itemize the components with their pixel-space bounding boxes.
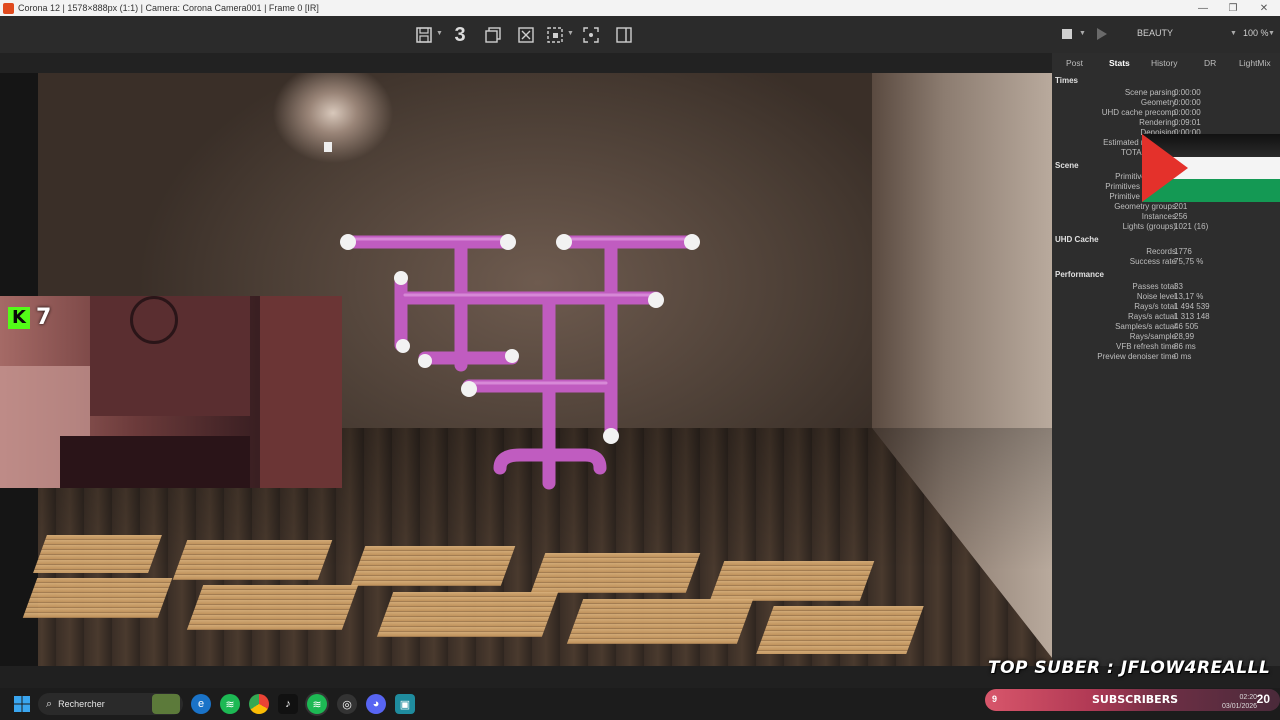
stop-icon[interactable] bbox=[1056, 23, 1078, 45]
stat-row: Passes total 33 bbox=[1132, 282, 1183, 291]
stat-row: UHD cache precomp 0:00:00 bbox=[1101, 108, 1201, 117]
stat-row: Success rate 75,75 % bbox=[1129, 257, 1204, 266]
spotify-icon[interactable]: ≋ bbox=[220, 694, 240, 714]
copy-icon[interactable] bbox=[482, 24, 504, 46]
region-render-icon[interactable] bbox=[544, 24, 566, 46]
obs-icon[interactable]: ◎ bbox=[337, 694, 357, 714]
cursor-marker bbox=[324, 142, 332, 152]
region-dropdown-icon[interactable]: ▼ bbox=[567, 30, 574, 37]
stat-row: Rays/s total 1 494 539 bbox=[1134, 302, 1210, 311]
stat-row: Rays/s actual 1 313 148 bbox=[1127, 312, 1210, 321]
section-uhd-title: UHD Cache bbox=[1055, 235, 1099, 244]
clear-icon[interactable] bbox=[515, 24, 537, 46]
tab-lightmix[interactable]: LightMix bbox=[1239, 58, 1271, 68]
close-button[interactable]: ✕ bbox=[1249, 0, 1279, 16]
edge-icon[interactable]: e bbox=[191, 694, 211, 714]
kick-viewer-badge: K 7 bbox=[8, 305, 51, 330]
webcam-sofa bbox=[60, 436, 250, 488]
stat-row: Lights (groups) 1021 (16) bbox=[1122, 222, 1209, 231]
clock-date: 03/01/2026 bbox=[1222, 703, 1258, 710]
pass-counter: 3 bbox=[454, 23, 466, 46]
tab-post[interactable]: Post bbox=[1066, 58, 1083, 68]
channel-dropdown-icon[interactable]: ▼ bbox=[1230, 30, 1237, 37]
stat-row: Rays/sample 28,99 bbox=[1129, 332, 1195, 341]
render-play-icon[interactable] bbox=[1090, 23, 1112, 45]
stat-row: Noise level 13,17 % bbox=[1136, 292, 1204, 301]
stat-row: Geometry groups 201 bbox=[1114, 202, 1188, 211]
save-dropdown-icon[interactable]: ▼ bbox=[436, 30, 443, 37]
webcam-door bbox=[260, 296, 342, 488]
stat-row: VFB refresh time 86 ms bbox=[1115, 342, 1196, 351]
window-title: Corona 12 | 1578×888px (1:1) | Camera: C… bbox=[18, 3, 319, 13]
stat-row: Records 1776 bbox=[1146, 247, 1192, 256]
kick-viewer-count: 7 bbox=[36, 305, 52, 330]
discord-icon[interactable]: ◕ bbox=[366, 694, 386, 714]
subscribers-count: 9 bbox=[992, 694, 998, 704]
section-times-title: Times bbox=[1055, 76, 1078, 85]
tab-dr[interactable]: DR bbox=[1204, 58, 1216, 68]
maximize-button[interactable]: ❐ bbox=[1218, 0, 1248, 16]
palestine-flag-overlay bbox=[1142, 134, 1280, 202]
tab-stats[interactable]: Stats bbox=[1109, 58, 1130, 68]
top-suber-banner: TOP SUBER : JFLOW4REALLL bbox=[988, 658, 1271, 678]
stat-row: Geometry 0:00:00 bbox=[1140, 98, 1201, 107]
panel-tabs: Post Stats History DR LightMix bbox=[1052, 53, 1280, 73]
save-icon[interactable] bbox=[413, 24, 435, 46]
minimize-button[interactable]: — bbox=[1188, 0, 1218, 16]
viewport-header bbox=[0, 53, 1052, 73]
stat-row: Scene parsing 0:00:00 bbox=[1124, 88, 1201, 97]
clock-time: 02:20 bbox=[1239, 694, 1258, 701]
spotify-active-icon[interactable]: ≋ bbox=[307, 694, 327, 714]
subscribers-goal: 20 bbox=[1256, 692, 1270, 706]
stat-row: Instances 256 bbox=[1141, 212, 1188, 221]
stat-row: Preview denoiser time 0 ms bbox=[1097, 352, 1192, 361]
zoom-level[interactable]: 100 % bbox=[1243, 28, 1269, 38]
focus-pick-icon[interactable] bbox=[580, 24, 602, 46]
stat-row: Samples/s actual 46 505 bbox=[1115, 322, 1199, 331]
zoom-dropdown-icon[interactable]: ▼ bbox=[1268, 30, 1275, 37]
stop-dropdown-icon[interactable]: ▼ bbox=[1079, 30, 1086, 37]
tiktok-icon[interactable]: ♪ bbox=[278, 694, 298, 714]
vfb-toolbar: ▼ 3 ▼ ▼ bbox=[0, 16, 1280, 53]
webcam-wall-wheel bbox=[130, 296, 178, 344]
section-scene-title: Scene bbox=[1055, 161, 1079, 170]
stat-row: Rendering 0:09:01 bbox=[1139, 118, 1201, 127]
kick-icon: K bbox=[8, 306, 30, 329]
search-icon: ⌕ bbox=[46, 697, 53, 710]
corona-app-icon bbox=[3, 2, 14, 14]
subscribers-label: SUBSCRIBERS bbox=[1092, 693, 1179, 706]
toggle-panel-icon[interactable] bbox=[613, 24, 635, 46]
chrome-icon[interactable] bbox=[249, 694, 269, 714]
app-icon[interactable]: ▣ bbox=[395, 694, 415, 714]
channel-select[interactable]: BEAUTY bbox=[1137, 28, 1173, 38]
news-widget-icon[interactable] bbox=[152, 694, 180, 714]
tab-history[interactable]: History bbox=[1151, 58, 1177, 68]
title-bar: Corona 12 | 1578×888px (1:1) | Camera: C… bbox=[0, 0, 1280, 16]
windows-start-icon[interactable] bbox=[12, 694, 32, 714]
section-performance-title: Performance bbox=[1055, 270, 1104, 279]
taskbar-clock[interactable]: 02:20 03/01/2026 bbox=[1222, 693, 1257, 711]
search-label: Rechercher bbox=[58, 699, 105, 709]
